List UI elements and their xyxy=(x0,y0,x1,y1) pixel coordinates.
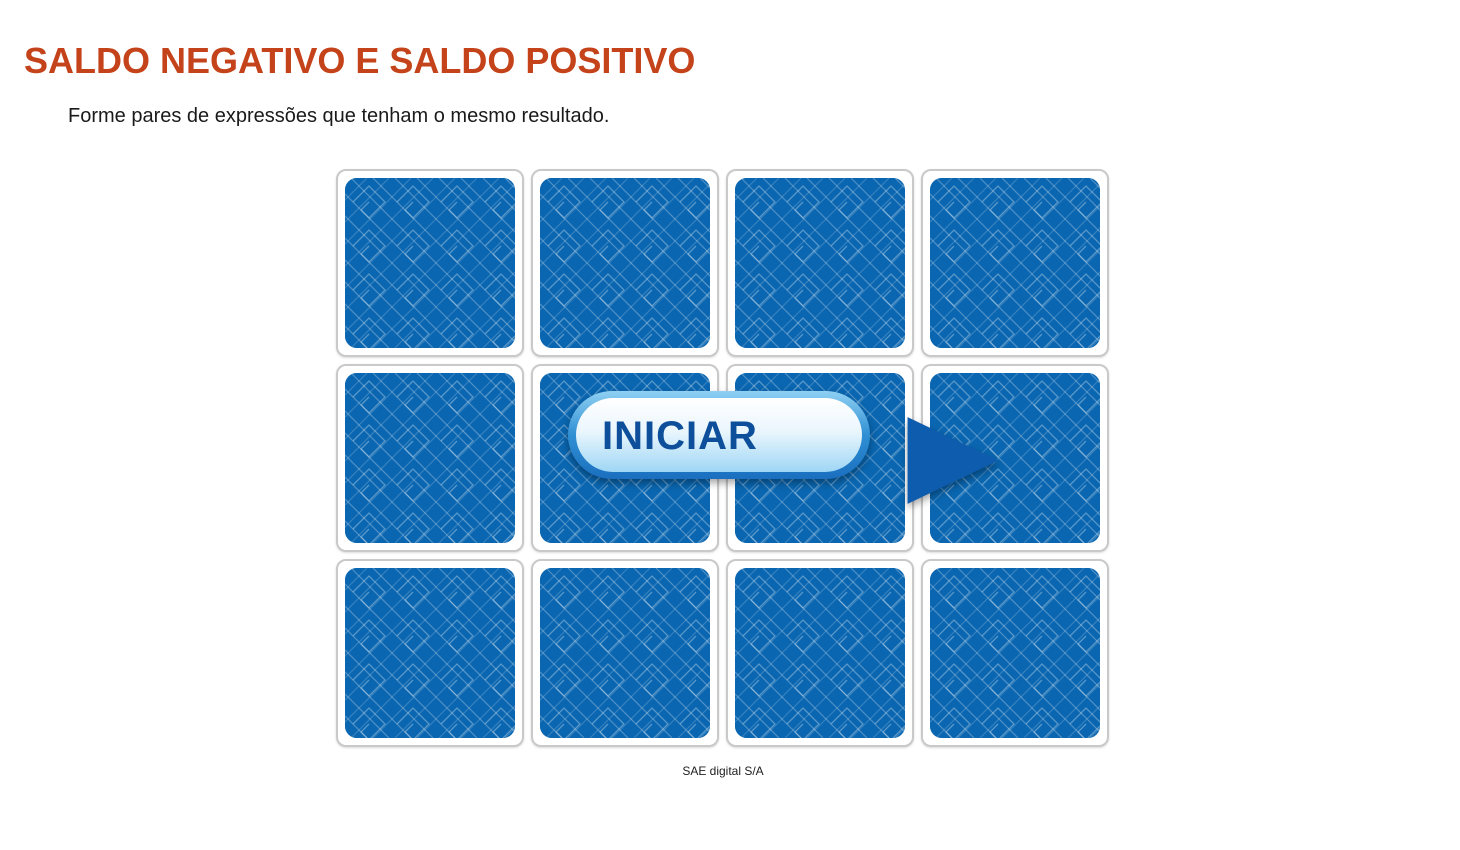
card-back xyxy=(345,178,515,348)
card-back-pattern xyxy=(540,568,710,738)
memory-card[interactable] xyxy=(336,169,524,357)
memory-card[interactable] xyxy=(531,169,719,357)
card-back xyxy=(930,568,1100,738)
memory-card[interactable] xyxy=(921,169,1109,357)
play-icon xyxy=(907,417,999,504)
card-back xyxy=(930,178,1100,348)
instruction-text: Forme pares de expressões que tenham o m… xyxy=(68,105,610,127)
card-back-pattern xyxy=(930,178,1100,348)
card-back xyxy=(540,568,710,738)
page-title: SALDO NEGATIVO E SALDO POSITIVO xyxy=(24,40,696,81)
memory-card[interactable] xyxy=(921,559,1109,747)
memory-card[interactable] xyxy=(726,559,914,747)
card-back-pattern xyxy=(930,568,1100,738)
memory-card[interactable] xyxy=(336,559,524,747)
start-button[interactable]: INICIAR xyxy=(566,389,999,504)
card-back xyxy=(345,373,515,543)
card-back xyxy=(735,568,905,738)
start-button-label: INICIAR xyxy=(602,414,758,458)
card-back-pattern xyxy=(345,178,515,348)
memory-card[interactable] xyxy=(726,169,914,357)
card-back-pattern xyxy=(540,178,710,348)
card-back xyxy=(345,568,515,738)
card-back xyxy=(735,178,905,348)
memory-card[interactable] xyxy=(336,364,524,552)
card-back-pattern xyxy=(345,568,515,738)
memory-card[interactable] xyxy=(531,559,719,747)
copyright-credit: SAE digital S/A xyxy=(682,764,764,778)
card-back-pattern xyxy=(345,373,515,543)
card-back-pattern xyxy=(735,568,905,738)
card-back xyxy=(540,178,710,348)
card-back-pattern xyxy=(735,178,905,348)
